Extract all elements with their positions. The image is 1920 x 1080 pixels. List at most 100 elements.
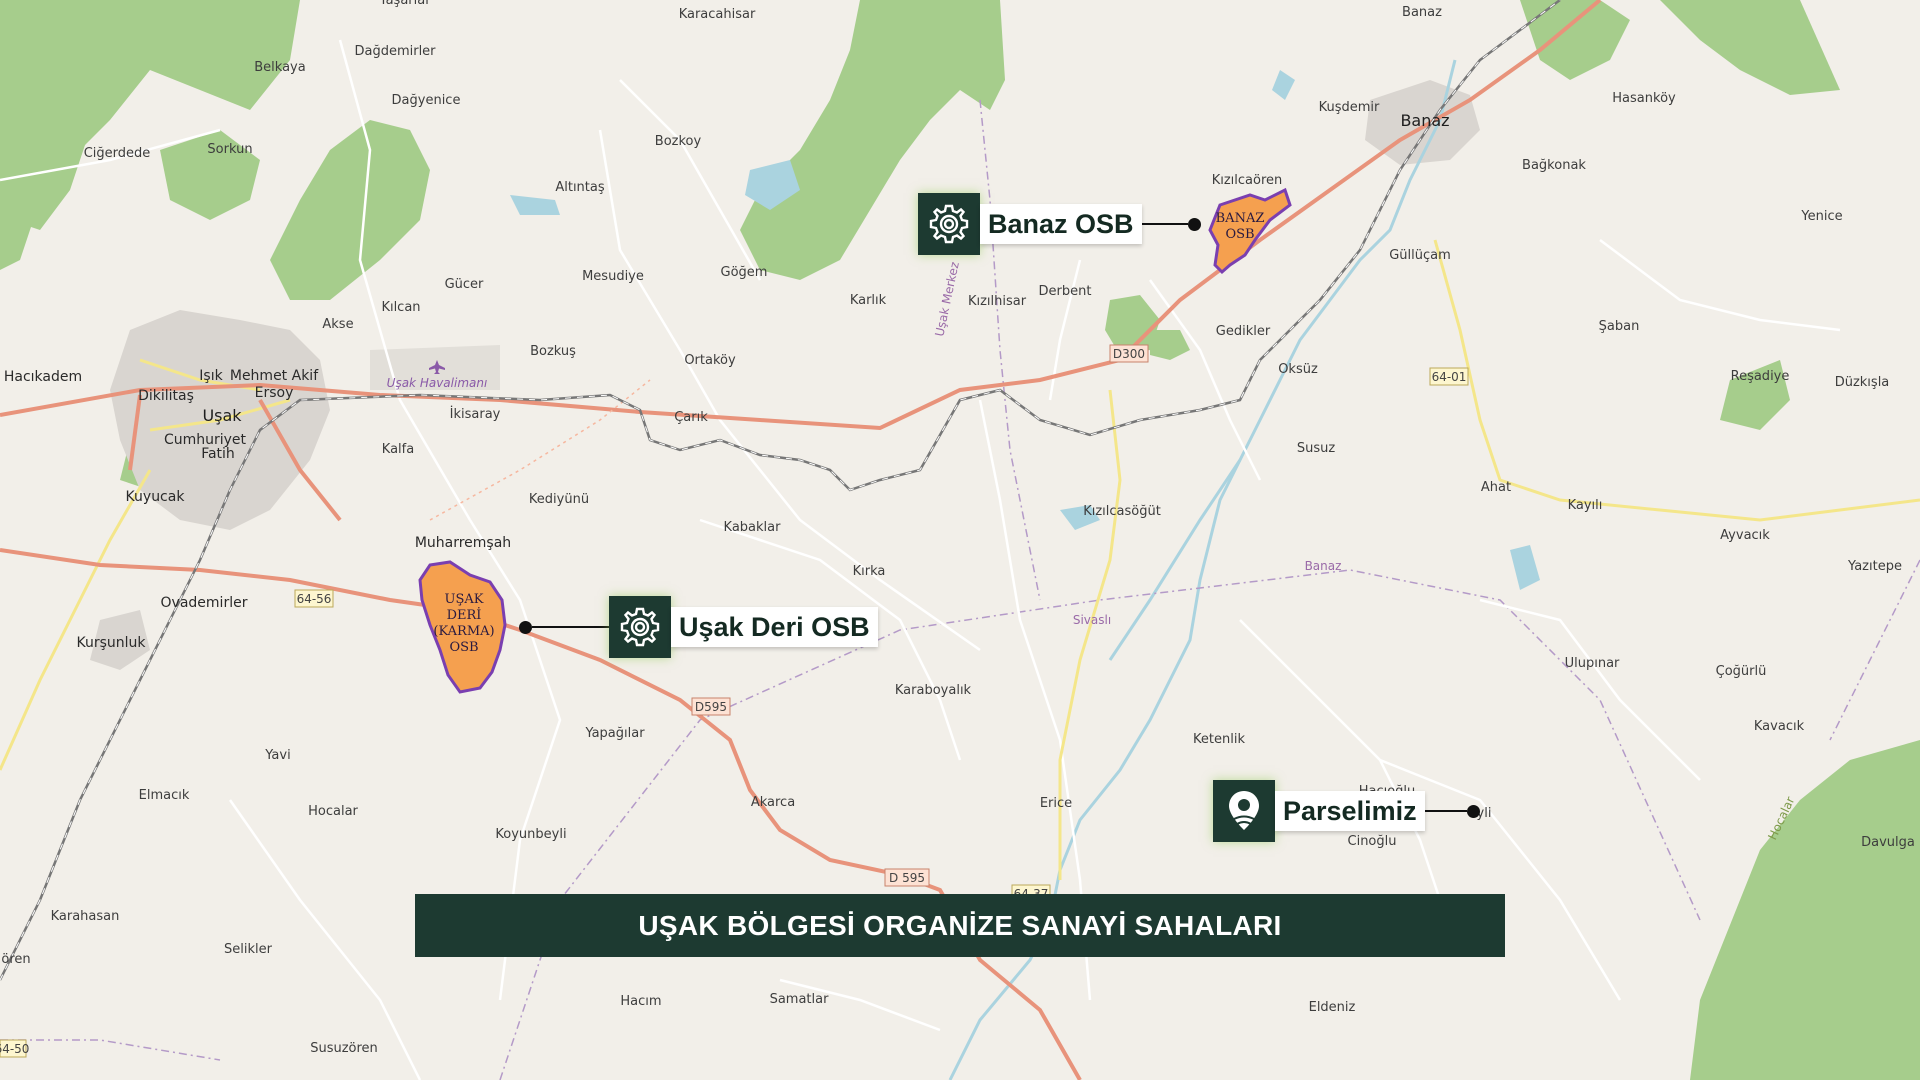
road-shield-6401: 64-01	[1432, 370, 1467, 384]
place-yenice: Yenice	[1800, 209, 1842, 224]
banaz-osb-zone-label-2: OSB	[1225, 227, 1254, 242]
place-hacikadem: Hacıkadem	[4, 369, 82, 385]
usak-deri-zone-label-3: (KARMA)	[433, 624, 494, 639]
district-sivasli: Sivaslı	[1073, 613, 1111, 627]
place-dikilitas: Dikilitaş	[138, 388, 194, 404]
place-saban: Şaban	[1599, 319, 1640, 334]
place-gullucam: Güllüçam	[1389, 248, 1451, 263]
callout-banaz-icon-box	[918, 193, 980, 255]
road-shield-6450: 64-50	[0, 1042, 29, 1056]
place-carik: Çarık	[674, 410, 708, 425]
place-ketenlik: Ketenlik	[1193, 732, 1245, 747]
callout-parsel-label: Parselimiz	[1275, 791, 1425, 831]
place-fatih: Fatih	[201, 446, 235, 462]
place-ikisaray: İkisaray	[450, 406, 501, 422]
place-kizilcasogut: Kızılcasöğüt	[1083, 504, 1161, 519]
place-derbent: Derbent	[1039, 284, 1092, 299]
place-kalfa: Kalfa	[382, 442, 414, 457]
place-yasarlar: Yaşarlar	[378, 0, 431, 8]
place-dagdemirler: Dağdemirler	[354, 44, 436, 59]
place-bozkus: Bozkuş	[530, 344, 576, 359]
place-kavacik: Kavacık	[1754, 719, 1805, 734]
place-kusdemir: Kuşdemir	[1319, 100, 1380, 115]
callout-banaz-osb[interactable]: Banaz OSB	[918, 193, 1201, 255]
place-isik: Işık	[199, 368, 223, 384]
gear-icon	[620, 607, 660, 647]
place-banaz-top: Banaz	[1402, 5, 1442, 20]
place-elmacik: Elmacık	[139, 788, 190, 803]
place-selikler: Selikler	[224, 942, 273, 957]
place-samatlar: Samatlar	[770, 992, 830, 1007]
place-davulga: Davulga	[1861, 835, 1915, 850]
place-mehmet-akif: Mehmet Akif	[230, 368, 319, 384]
place-dagyenice: Dağyenice	[392, 93, 461, 108]
road-shield-d595: D595	[695, 700, 727, 714]
place-kabaklar: Kabaklar	[724, 520, 782, 535]
place-kilcan: Kılcan	[381, 300, 420, 315]
place-susuzoren: Susuzören	[310, 1041, 378, 1056]
place-bozkoy: Bozkoy	[655, 134, 702, 149]
place-karahasan: Karahasan	[51, 909, 120, 924]
place-cigerdede: Ciğerdede	[84, 146, 151, 161]
place-eldeniz: Eldeniz	[1309, 1000, 1356, 1015]
place-susuz: Susuz	[1297, 441, 1336, 456]
place-hacim: Hacım	[620, 994, 661, 1009]
place-sorkun: Sorkun	[207, 142, 252, 157]
place-duzkisla: Düzkışla	[1835, 375, 1890, 390]
place-akarca: Akarca	[751, 795, 795, 810]
usak-deri-zone-label-2: DERİ	[447, 606, 482, 623]
place-kediyunu: Kediyünü	[529, 492, 589, 507]
gear-icon	[929, 204, 969, 244]
place-gucer: Gücer	[445, 277, 484, 292]
place-kursunluk: Kurşunluk	[76, 635, 146, 651]
place-kayili: Kayılı	[1568, 498, 1603, 513]
title-banner-text: UŞAK BÖLGESİ ORGANİZE SANAYİ SAHALARI	[638, 909, 1282, 941]
place-oksuz: Oksüz	[1278, 362, 1318, 377]
place-ersoy: Ersoy	[255, 385, 294, 401]
place-mesudiye: Mesudiye	[582, 269, 644, 284]
place-altintas: Altıntaş	[555, 180, 605, 195]
callout-usak-deri-dot	[519, 620, 532, 634]
place-akse: Akse	[322, 317, 353, 332]
place-kizilcaoren: Kızılcaören	[1212, 173, 1283, 188]
place-erice: Erice	[1040, 796, 1072, 811]
banaz-osb-zone-label-1: BANAZ	[1216, 211, 1265, 226]
usak-deri-zone-label-1: UŞAK	[445, 592, 484, 607]
callout-parselimiz[interactable]: Parselimiz	[1213, 780, 1480, 842]
place-yavi: Yavi	[264, 748, 290, 763]
place-banaz: Banaz	[1400, 111, 1449, 130]
road-shield-d300: D300	[1113, 347, 1145, 361]
place-yazitepe: Yazıtepe	[1847, 559, 1902, 574]
location-pin-icon	[1229, 791, 1259, 830]
place-ahat: Ahat	[1481, 480, 1511, 495]
callout-banaz-dot	[1187, 217, 1201, 231]
district-banaz: Banaz	[1305, 559, 1342, 573]
callout-usak-deri-leader	[532, 626, 609, 628]
place-kuyucak: Kuyucak	[126, 489, 186, 505]
place-belkaya: Belkaya	[254, 60, 305, 75]
place-karacahisar: Karacahisar	[679, 7, 756, 22]
road-shield-6456: 64-56	[297, 592, 332, 606]
place-cogurlu: Çoğürlü	[1716, 664, 1767, 679]
place-ayvacik: Ayvacık	[1720, 528, 1770, 543]
road-shield-d595-b: D 595	[889, 871, 925, 885]
place-usak: Uşak	[202, 406, 242, 425]
title-banner: UŞAK BÖLGESİ ORGANİZE SANAYİ SAHALARI	[415, 894, 1505, 957]
place-hasankoy: Hasanköy	[1612, 91, 1676, 106]
callout-parsel-icon-box	[1213, 780, 1275, 842]
usak-deri-zone-label-4: OSB	[449, 640, 478, 655]
callout-banaz-label: Banaz OSB	[980, 204, 1142, 244]
callout-usak-deri-icon-box	[609, 596, 671, 658]
place-karaboyalik: Karaboyalık	[895, 683, 972, 698]
callout-usak-deri-osb[interactable]: Uşak Deri OSB	[519, 596, 878, 658]
place-kirka: Kırka	[853, 564, 886, 579]
place-yapagilar: Yapağılar	[584, 726, 645, 741]
callout-usak-deri-label: Uşak Deri OSB	[671, 607, 878, 647]
place-koyunbeyli: Koyunbeyli	[495, 827, 566, 842]
place-resadiye: Reşadiye	[1731, 369, 1790, 384]
callout-parsel-dot	[1466, 804, 1480, 818]
callout-banaz-leader	[1141, 223, 1188, 225]
place-ortakoy: Ortaköy	[684, 353, 736, 368]
airport-label: Uşak Havalimanı	[387, 376, 488, 390]
place-gedikler: Gedikler	[1216, 324, 1271, 339]
